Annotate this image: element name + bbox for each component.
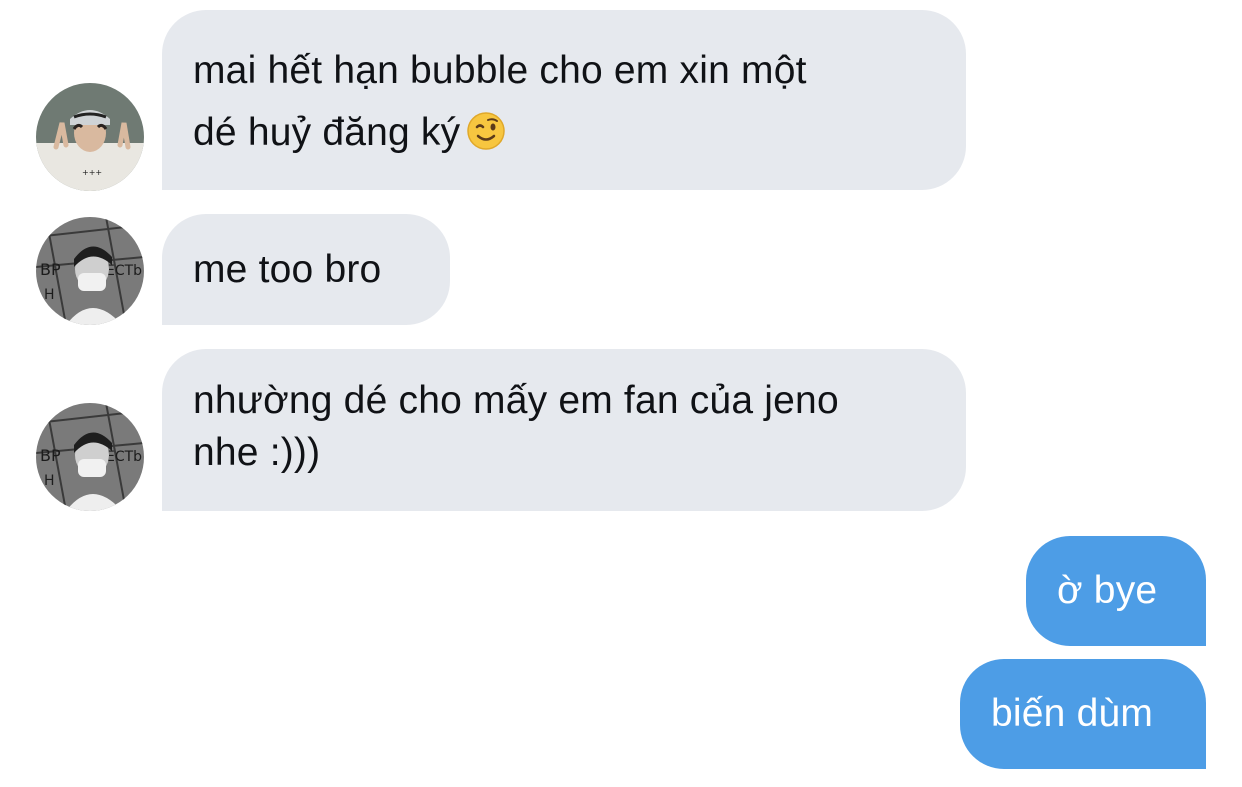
winking-face-emoji-icon xyxy=(466,108,506,150)
incoming-message-2: me too bro xyxy=(162,214,450,325)
svg-text:ECTb: ECTb xyxy=(106,449,142,465)
message-2-line-1: me too bro xyxy=(193,248,382,291)
svg-text:H: H xyxy=(44,287,55,303)
svg-text:H: H xyxy=(44,473,55,489)
svg-text:BP: BP xyxy=(40,260,61,279)
outgoing-message-2: biến dùm xyxy=(960,659,1206,769)
avatar-user-mask[interactable]: BP ECTb H xyxy=(36,403,144,511)
message-3-line-2: nhe :))) xyxy=(193,431,321,474)
svg-text:BP: BP xyxy=(40,446,61,465)
message-1-line-2: dé huỷ đăng ký xyxy=(193,102,936,164)
avatar-user-cap[interactable]: +++ xyxy=(36,83,144,191)
incoming-message-3: nhường dé cho mấy em fan của jeno nhe :)… xyxy=(162,349,966,511)
incoming-message-1: mai hết hạn bubble cho em xin một dé huỷ… xyxy=(162,10,966,190)
avatar-user-mask[interactable]: BP ECTb H xyxy=(36,217,144,325)
message-1-line-1: mai hết hạn bubble cho em xin một xyxy=(193,49,807,92)
svg-text:ECTb: ECTb xyxy=(106,263,142,279)
outgoing-message-1: ờ bye xyxy=(1026,536,1206,646)
message-1-line-2-text: dé huỷ đăng ký xyxy=(193,111,461,154)
message-4-line-1: ờ bye xyxy=(1057,569,1158,612)
svg-text:+++: +++ xyxy=(82,168,102,177)
message-3-line-1: nhường dé cho mấy em fan của jeno xyxy=(193,379,839,422)
message-5-line-1: biến dùm xyxy=(991,692,1154,735)
